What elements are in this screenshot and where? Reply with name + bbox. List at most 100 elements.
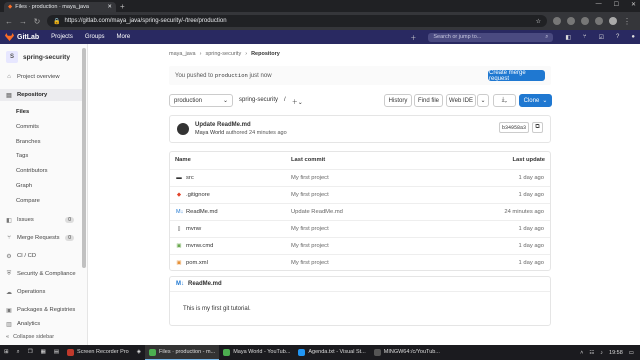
gitlab-logo[interactable]: GitLab xyxy=(5,33,39,41)
breadcrumb-namespace[interactable]: maya_java xyxy=(169,51,196,57)
task-view-icon[interactable]: ❐ xyxy=(24,345,37,360)
table-row[interactable]: ◆ .gitignore My first project 1 day ago xyxy=(170,186,550,203)
extension-icon[interactable] xyxy=(581,17,589,25)
file-last-commit[interactable]: Update ReadMe.md xyxy=(291,209,343,215)
nav-projects[interactable]: Projects xyxy=(51,34,73,40)
file-name[interactable]: pom.xml xyxy=(186,260,208,266)
table-row[interactable]: ▣ pom.xml My first project 1 day ago xyxy=(170,254,550,271)
taskbar-app-mingw[interactable]: MINGW64:/c/YouTub... xyxy=(370,345,444,360)
sidebar-scrollbar[interactable] xyxy=(82,48,86,268)
sidebar-item-security[interactable]: ⛨ Security & Compliance xyxy=(0,268,82,280)
plus-icon[interactable]: ＋ xyxy=(410,33,416,42)
new-tab-icon[interactable]: + xyxy=(120,2,125,11)
commit-author[interactable]: Maya World xyxy=(195,130,224,136)
url-bar[interactable]: 🔒 https://gitlab.com/maya_java/spring-se… xyxy=(47,15,547,27)
reload-icon[interactable]: ↻ xyxy=(33,17,41,26)
close-tab-icon[interactable]: ✕ xyxy=(107,4,112,10)
volume-icon[interactable]: ♪ xyxy=(600,350,603,356)
sidebar-item-project-overview[interactable]: ⌂ Project overview xyxy=(0,71,82,83)
push-branch[interactable]: production xyxy=(215,72,248,79)
sidebar-item-issues[interactable]: ◧ Issues 0 xyxy=(0,214,82,226)
sidebar-item-tags[interactable]: Tags xyxy=(0,150,82,162)
sidebar-item-branches[interactable]: Branches xyxy=(0,136,82,148)
readme-filename[interactable]: ReadMe.md xyxy=(188,281,222,287)
taskbar-app-screen-recorder[interactable]: Screen Recorder Pro xyxy=(63,345,133,360)
table-row[interactable]: ▬ src My first project 1 day ago xyxy=(170,169,550,186)
copy-sha-icon[interactable]: ⧉ xyxy=(532,122,543,133)
collapse-sidebar-button[interactable]: «Collapse sidebar xyxy=(6,334,54,340)
history-button[interactable]: History xyxy=(384,94,412,107)
merge-requests-icon[interactable]: ⑂ xyxy=(583,34,587,40)
clock[interactable]: 19:58 xyxy=(609,350,623,356)
commit-title[interactable]: Update ReadMe.md xyxy=(195,122,251,128)
minimize-icon[interactable]: — xyxy=(596,1,602,8)
table-row[interactable]: M↓ ReadMe.md Update ReadMe.md 24 minutes ag… xyxy=(170,203,550,220)
taskbar-pinned-icon[interactable]: ◈ xyxy=(133,345,145,360)
breadcrumb-current[interactable]: Repository xyxy=(251,51,280,57)
todos-icon[interactable]: ☑ xyxy=(599,34,604,41)
extension-icon[interactable] xyxy=(567,17,575,25)
browser-menu-icon[interactable]: ⋮ xyxy=(623,17,631,26)
author-avatar[interactable] xyxy=(177,123,189,135)
file-name[interactable]: src xyxy=(186,175,194,181)
find-file-button[interactable]: Find file xyxy=(414,94,443,107)
web-ide-button[interactable]: Web IDE xyxy=(446,94,476,107)
taskbar-pinned-icon[interactable]: ▤ xyxy=(50,345,63,360)
taskbar-app-chrome-youtube[interactable]: Maya World - YouTub... xyxy=(219,345,294,360)
file-name[interactable]: .gitignore xyxy=(186,192,210,198)
file-name[interactable]: mvnw xyxy=(186,226,201,232)
breadcrumb-project[interactable]: spring-security xyxy=(205,51,241,57)
sidebar-item-repository[interactable]: ▤ Repository xyxy=(0,89,82,101)
file-name[interactable]: ReadMe.md xyxy=(186,209,218,215)
table-row[interactable]: ▣ mvnw.cmd My first project 1 day ago xyxy=(170,237,550,254)
add-file-dropdown-icon[interactable]: ＋⌄ xyxy=(292,97,303,106)
file-last-commit[interactable]: My first project xyxy=(291,243,329,249)
sidebar-item-contributors[interactable]: Contributors xyxy=(0,165,82,177)
download-button[interactable]: ⤓⌄ xyxy=(493,94,516,107)
file-name[interactable]: mvnw.cmd xyxy=(186,243,213,249)
extension-icon[interactable] xyxy=(595,17,603,25)
file-last-commit[interactable]: My first project xyxy=(291,226,329,232)
extension-icon[interactable] xyxy=(553,17,561,25)
project-header[interactable]: S spring-security xyxy=(6,51,70,63)
clone-button[interactable]: Clone ⌄ xyxy=(519,94,552,107)
file-last-commit[interactable]: My first project xyxy=(291,175,329,181)
branch-selector[interactable]: production ⌄ xyxy=(169,94,233,107)
help-icon[interactable]: ? xyxy=(616,34,619,40)
user-avatar[interactable]: ● xyxy=(631,34,635,40)
issues-icon[interactable]: ◧ xyxy=(565,34,571,41)
close-window-icon[interactable]: ✕ xyxy=(631,1,636,8)
file-last-commit[interactable]: My first project xyxy=(291,192,329,198)
taskbar-search-icon[interactable]: ⌕ xyxy=(13,345,24,360)
sidebar-item-commits[interactable]: Commits xyxy=(0,121,82,133)
search-input[interactable]: Search or jump to... ⌕ xyxy=(428,32,554,42)
forward-icon[interactable]: → xyxy=(19,17,27,26)
browser-tab[interactable]: ◆ Files · production · maya_java ✕ xyxy=(4,2,116,12)
sidebar-item-analytics[interactable]: ▥ Analytics xyxy=(0,320,82,328)
back-icon[interactable]: ← xyxy=(5,17,13,26)
chevron-up-icon[interactable]: ˄ xyxy=(580,350,583,356)
sidebar-item-operations[interactable]: ☁ Operations xyxy=(0,286,82,298)
sidebar-item-graph[interactable]: Graph xyxy=(0,180,82,192)
taskbar-app-vscode[interactable]: Agenda.txt - Visual St... xyxy=(294,345,369,360)
commit-sha[interactable]: b34958a3 xyxy=(499,122,529,133)
path-root[interactable]: spring-security xyxy=(239,97,278,106)
sidebar-item-merge-requests[interactable]: ⑂ Merge Requests 0 xyxy=(0,232,82,244)
create-merge-request-button[interactable]: Create merge request xyxy=(488,70,545,82)
sidebar-item-files[interactable]: Files xyxy=(0,106,82,118)
sidebar-item-ci-cd[interactable]: ⚙ CI / CD xyxy=(0,250,82,262)
file-last-commit[interactable]: My first project xyxy=(291,260,329,266)
nav-more[interactable]: More xyxy=(117,34,131,40)
nav-groups[interactable]: Groups xyxy=(85,34,105,40)
sidebar-item-compare[interactable]: Compare xyxy=(0,195,82,207)
maximize-icon[interactable]: ☐ xyxy=(614,1,619,8)
bookmark-star-icon[interactable]: ☆ xyxy=(536,18,541,25)
sidebar-item-packages[interactable]: ▣ Packages & Registries xyxy=(0,304,82,316)
table-row[interactable]: ▯ mvnw My first project 1 day ago xyxy=(170,220,550,237)
profile-avatar[interactable] xyxy=(609,17,617,25)
start-button[interactable]: ⊞ xyxy=(0,345,13,360)
network-icon[interactable]: ☷ xyxy=(589,350,594,356)
taskbar-app-chrome-files[interactable]: Files · production - m... xyxy=(144,345,220,360)
web-ide-dropdown-icon[interactable]: ⌄ xyxy=(477,94,489,107)
notification-icon[interactable]: ▭ xyxy=(629,350,634,356)
